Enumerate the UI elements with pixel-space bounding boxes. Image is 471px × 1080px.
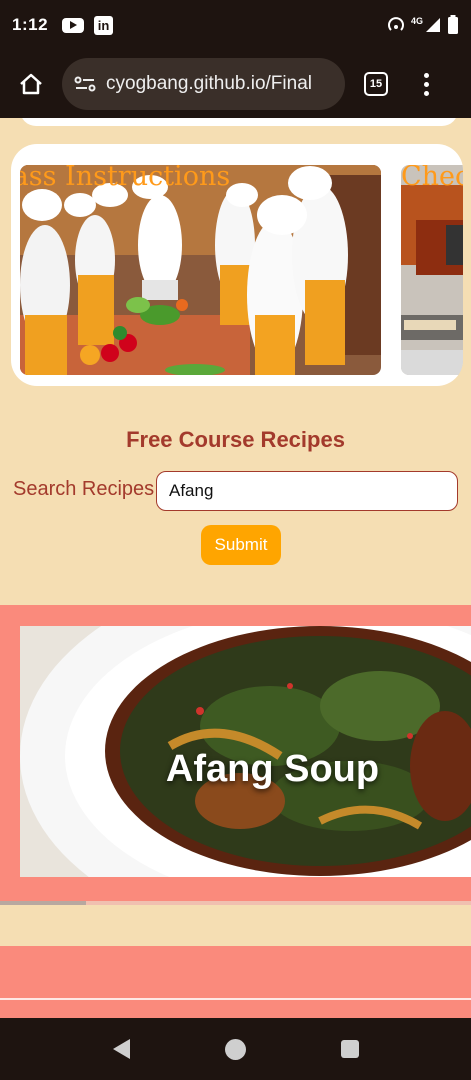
home-circle-icon[interactable] — [224, 1038, 246, 1060]
search-recipes-input[interactable] — [156, 471, 458, 511]
signal-icon — [426, 18, 440, 32]
footer-band — [0, 946, 471, 1018]
recipes-section-title: Free Course Recipes — [126, 427, 345, 452]
image-carousel[interactable]: lass Instructions Chec — [11, 144, 463, 386]
overflow-menu-button[interactable] — [424, 72, 429, 96]
home-button[interactable] — [0, 72, 62, 96]
back-icon[interactable] — [112, 1039, 130, 1059]
previous-card-edge — [20, 118, 458, 126]
url-text: cyogbang.github.io/Final — [106, 73, 312, 94]
carousel-slide-next[interactable]: Chec — [401, 165, 463, 375]
slide-caption: lass Instructions — [20, 165, 231, 192]
status-time: 1:12 — [12, 15, 49, 34]
divider — [0, 998, 471, 1000]
youtube-icon — [62, 17, 85, 33]
tab-switcher-button[interactable]: 15 — [364, 72, 388, 96]
hotspot-icon — [388, 17, 404, 31]
status-icons: 4G — [387, 15, 459, 35]
recipe-title: Afang Soup — [165, 748, 380, 790]
search-label: Search Recipes — [13, 478, 155, 500]
cooking-class-photo — [20, 165, 381, 375]
home-icon — [20, 73, 42, 95]
scrollbar-thumb[interactable] — [0, 901, 86, 905]
submit-button[interactable]: Submit — [201, 525, 281, 565]
address-bar[interactable]: cyogbang.github.io/Final — [62, 58, 345, 110]
recipe-result-section: Afang Soup — [0, 605, 471, 905]
recipe-card-afang-soup[interactable]: Afang Soup — [20, 626, 471, 877]
battery-icon — [448, 15, 458, 34]
system-navigation-bar — [0, 1018, 471, 1080]
horizontal-scrollbar[interactable] — [0, 901, 471, 905]
slide-caption: Chec — [401, 165, 463, 192]
browser-toolbar: cyogbang.github.io/Final 15 — [0, 50, 471, 118]
kitchen-photo — [401, 165, 463, 375]
status-bar: 1:12 in 4G — [0, 0, 471, 50]
network-type: 4G — [410, 16, 423, 26]
linkedin-icon: in — [94, 15, 114, 35]
site-settings-icon[interactable] — [74, 75, 96, 93]
carousel-slide-class-instructions[interactable]: lass Instructions — [20, 165, 381, 375]
page-content: lass Instructions Chec Free Course Recip… — [0, 118, 471, 1018]
recent-apps-icon[interactable] — [340, 1040, 359, 1058]
